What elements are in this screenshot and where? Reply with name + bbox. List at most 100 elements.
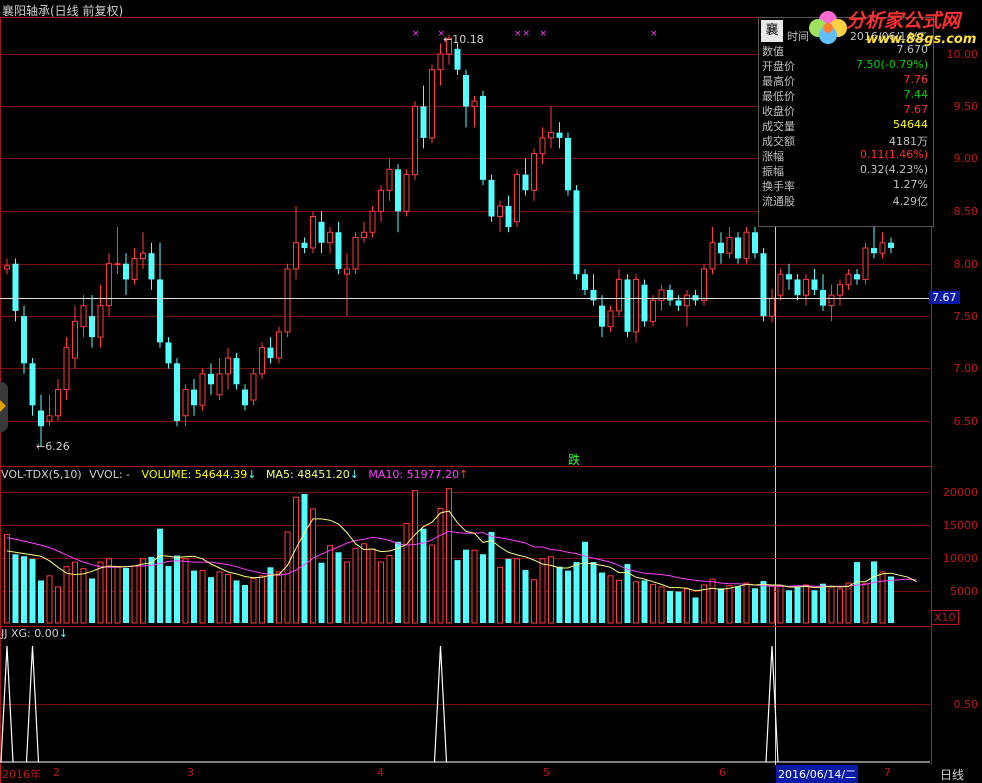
volume-bar xyxy=(573,562,580,623)
xg-signal-spike xyxy=(433,645,448,763)
info-value: 0.32(4.23%) xyxy=(859,163,928,176)
candle-body xyxy=(769,297,775,317)
month-label: 2 xyxy=(53,766,60,779)
candle-body xyxy=(318,221,325,243)
site-logo: 分析家公式网 www.88gs.com xyxy=(808,2,980,50)
volume-bar xyxy=(607,575,614,624)
candle-body xyxy=(97,305,104,338)
candle-body xyxy=(259,347,265,375)
candle-body xyxy=(463,74,469,107)
signal-marker: × xyxy=(650,29,658,39)
candle-body xyxy=(267,347,274,359)
month-label: 5 xyxy=(543,766,550,779)
arrow-down-icon: ↓ xyxy=(247,468,257,481)
candle-body xyxy=(828,294,835,307)
volume-bar xyxy=(522,569,529,623)
volume-bar xyxy=(820,583,826,623)
volume-bar xyxy=(497,566,503,624)
candle-body xyxy=(497,205,503,218)
volume-axis-label: 10000 xyxy=(943,552,978,565)
volume-bar xyxy=(446,488,452,624)
volume-bar xyxy=(21,556,27,623)
cursor-date: 2016/06/14/二 xyxy=(776,765,859,783)
jj-signal-chart[interactable] xyxy=(0,626,930,764)
candle-body xyxy=(709,242,716,270)
volume-bar xyxy=(658,586,665,624)
volume-bar xyxy=(794,586,801,623)
volume-bar xyxy=(97,561,104,624)
high-price-label: 10.18 xyxy=(452,33,484,46)
volume-bar xyxy=(888,576,894,623)
volume-bar xyxy=(471,549,478,624)
candle-body xyxy=(46,415,53,422)
info-row: 收盘价 7.67 xyxy=(759,103,931,118)
candle-body xyxy=(301,242,308,248)
candle-body xyxy=(854,274,860,280)
volume-bar xyxy=(29,558,36,623)
volume-bar xyxy=(752,588,758,623)
volume-bar xyxy=(38,580,44,623)
month-label: 7 xyxy=(884,766,891,779)
price-axis-label: 9.00 xyxy=(953,152,979,165)
left-scroll-handle[interactable] xyxy=(0,382,8,432)
volume-bar xyxy=(650,583,656,624)
candle-body xyxy=(701,268,707,301)
volume-bar xyxy=(760,581,767,623)
signal-marker: × xyxy=(412,29,420,39)
period-button[interactable]: 日线 xyxy=(940,766,964,783)
candle-body xyxy=(488,179,495,217)
logo-text: 分析家公式网 xyxy=(846,10,961,32)
candle-body xyxy=(794,279,801,296)
volume-bar xyxy=(63,566,70,624)
high-marker: ←10.18 xyxy=(443,33,484,46)
volume-axis-label: 5000 xyxy=(950,585,978,598)
volume-bar xyxy=(199,570,206,624)
candle-body xyxy=(293,242,299,270)
candle-body xyxy=(352,237,359,270)
candle-body xyxy=(131,257,138,280)
price-axis-label: 6.50 xyxy=(953,415,979,428)
month-label: 4 xyxy=(377,766,384,779)
volume-bar xyxy=(726,585,733,624)
candle-body xyxy=(38,410,44,427)
ma10-value: MA10: 51977.20 xyxy=(368,468,460,481)
volume-chart[interactable] xyxy=(0,466,930,625)
volume-bar xyxy=(335,552,342,623)
volume-bar xyxy=(250,577,257,624)
xg-signal-spike xyxy=(0,645,14,763)
volume-bar xyxy=(803,584,809,624)
volume-bar xyxy=(310,508,316,624)
volume-bar xyxy=(616,579,622,624)
candle-body xyxy=(616,278,622,312)
volume-bar xyxy=(463,549,469,623)
info-label: 振幅 xyxy=(762,165,784,178)
candle-body xyxy=(803,278,809,296)
candle-body xyxy=(514,174,520,223)
candle-body xyxy=(72,320,78,359)
candle-body xyxy=(641,284,648,322)
volume-bar xyxy=(131,565,138,624)
last-price-line xyxy=(0,298,930,299)
month-label: 6 xyxy=(719,766,726,779)
candle-body xyxy=(888,242,894,248)
candle-body xyxy=(165,342,172,364)
candle-body xyxy=(335,232,342,269)
arrow-down-icon: ↓ xyxy=(349,468,359,481)
volume-bar xyxy=(55,586,61,624)
volume-bar xyxy=(701,584,707,624)
signal-marker: × xyxy=(540,29,548,39)
volume-bar xyxy=(89,578,95,623)
candle-body xyxy=(752,232,758,254)
info-label: 数值 xyxy=(762,45,784,58)
candle-body xyxy=(531,153,537,191)
candle-body xyxy=(29,363,36,406)
volume-bar xyxy=(191,570,197,623)
time-axis: 2016年 2 3 4 5 6 7 2016/06/14/二 日线 xyxy=(0,765,982,783)
candle-body xyxy=(437,53,444,71)
volume-bar xyxy=(845,582,852,624)
info-row: 最高价 7.76 xyxy=(759,73,931,88)
volume-bar xyxy=(123,567,129,623)
volume-bar xyxy=(395,541,401,623)
volume-bar xyxy=(786,590,792,623)
candle-body xyxy=(80,305,87,328)
